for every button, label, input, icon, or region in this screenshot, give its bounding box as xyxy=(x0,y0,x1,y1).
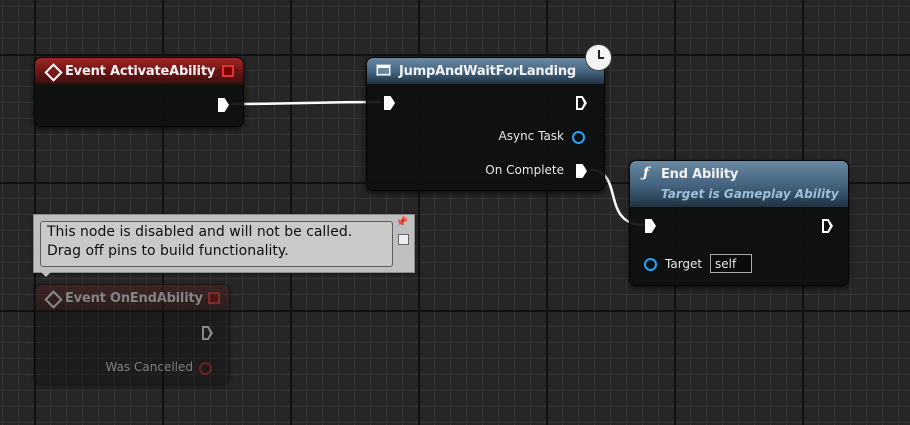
tooltip-line-2: Drag off pins to build functionality. xyxy=(47,243,289,259)
bubble-toggle-icon[interactable] xyxy=(398,234,409,245)
event-icon xyxy=(44,290,63,309)
clock-icon xyxy=(585,44,612,71)
exec-output-pin[interactable] xyxy=(576,96,587,110)
event-activate-ability-node[interactable]: Event ActivateAbility xyxy=(34,57,244,127)
exec-input-pin[interactable] xyxy=(384,96,395,110)
node-header: ƒ End Ability Target is Gameplay Ability xyxy=(630,161,848,207)
node-title: Event ActivateAbility xyxy=(65,64,216,79)
delegate-output-pin[interactable] xyxy=(208,292,220,304)
pushpin-icon[interactable]: 📌 xyxy=(396,217,408,228)
target-input-pin[interactable] xyxy=(644,258,657,271)
node-subtitle: Target is Gameplay Ability xyxy=(661,187,839,201)
jump-and-wait-for-landing-node[interactable]: JumpAndWaitForLanding Async Task On Comp… xyxy=(366,57,605,191)
async-function-icon xyxy=(376,64,391,76)
on-complete-pin-label: On Complete xyxy=(485,163,564,177)
target-self-field[interactable]: self xyxy=(710,254,752,273)
was-cancelled-pin-label: Was Cancelled xyxy=(105,360,193,374)
async-task-pin-label: Async Task xyxy=(498,129,564,143)
on-complete-exec-pin[interactable] xyxy=(576,164,587,178)
event-on-end-ability-node[interactable]: Event OnEndAbility Was Cancelled xyxy=(34,284,230,385)
event-icon xyxy=(44,63,63,82)
node-title: Event OnEndAbility xyxy=(65,291,203,306)
node-title: JumpAndWaitForLanding xyxy=(399,64,577,79)
exec-output-pin[interactable] xyxy=(202,326,213,340)
target-pin-label: Target xyxy=(665,257,703,271)
async-task-output-pin[interactable] xyxy=(572,131,585,144)
exec-output-pin[interactable] xyxy=(218,98,229,112)
function-icon: ƒ xyxy=(643,165,650,181)
end-ability-node[interactable]: ƒ End Ability Target is Gameplay Ability… xyxy=(629,160,849,286)
tooltip-line-1: This node is disabled and will not be ca… xyxy=(47,224,353,240)
tooltip-text-box: This node is disabled and will not be ca… xyxy=(40,221,393,267)
blueprint-graph-canvas[interactable]: Event ActivateAbility JumpAndWaitForLand… xyxy=(0,0,910,425)
node-header: Event ActivateAbility xyxy=(35,58,243,84)
exec-input-pin[interactable] xyxy=(645,219,656,233)
exec-output-pin[interactable] xyxy=(822,219,833,233)
was-cancelled-output-pin[interactable] xyxy=(199,362,212,375)
node-title: End Ability xyxy=(661,167,739,182)
exec-wire-activate-to-jump xyxy=(231,100,381,106)
tooltip-pointer xyxy=(40,271,52,277)
delegate-output-pin[interactable] xyxy=(222,65,234,77)
node-header: Event OnEndAbility xyxy=(35,285,229,311)
disabled-node-tooltip: This node is disabled and will not be ca… xyxy=(33,214,415,273)
node-header: JumpAndWaitForLanding xyxy=(367,58,604,84)
